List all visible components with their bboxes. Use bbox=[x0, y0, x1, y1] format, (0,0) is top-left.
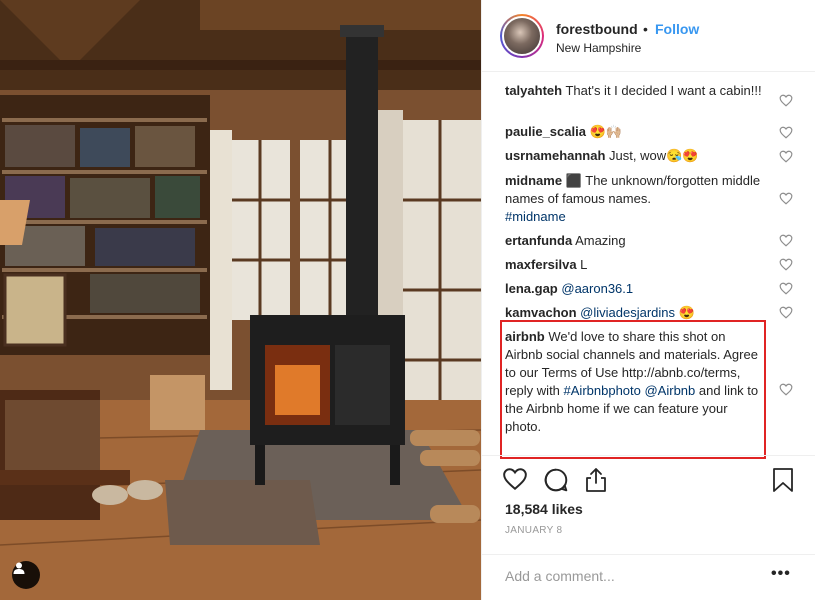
comment-username[interactable]: lena.gap bbox=[505, 281, 558, 296]
more-options-button[interactable]: ••• bbox=[771, 565, 791, 583]
share-icon[interactable] bbox=[584, 467, 608, 493]
hashtag-link[interactable]: #Airbnbphoto @Airbnb bbox=[564, 383, 696, 398]
comment-username[interactable]: talyahteh bbox=[505, 83, 562, 98]
follow-button[interactable]: Follow bbox=[655, 21, 699, 37]
heart-icon[interactable] bbox=[779, 282, 793, 295]
comment-item: maxfersilva L bbox=[505, 256, 785, 274]
heart-icon[interactable] bbox=[779, 192, 793, 205]
heart-icon[interactable] bbox=[779, 94, 793, 107]
comment-text: 😍🙌🏼 bbox=[585, 124, 622, 139]
comment-icon[interactable] bbox=[543, 467, 569, 493]
comment-item: midname ⬛ The unknown/forgotten middle n… bbox=[505, 172, 785, 226]
location-link[interactable]: New Hampshire bbox=[556, 41, 641, 55]
mention-link[interactable]: @aaron36.1 bbox=[561, 281, 633, 296]
separator-dot: • bbox=[643, 21, 648, 37]
comment-item: talyahteh That's it I decided I want a c… bbox=[505, 82, 785, 100]
comment-item: paulie_scalia 😍🙌🏼 bbox=[505, 123, 785, 141]
bookmark-icon[interactable] bbox=[772, 467, 794, 493]
heart-icon[interactable] bbox=[779, 126, 793, 139]
heart-icon[interactable] bbox=[779, 383, 793, 396]
comment-username[interactable]: airbnb bbox=[505, 329, 545, 344]
heart-icon[interactable] bbox=[779, 306, 793, 319]
cabin-photo-illustration bbox=[0, 0, 481, 600]
comment-username[interactable]: midname bbox=[505, 173, 562, 188]
add-comment-input[interactable]: Add a comment... bbox=[505, 568, 615, 584]
heart-icon[interactable] bbox=[779, 258, 793, 271]
comment-item: ertanfunda Amazing bbox=[505, 232, 785, 250]
post-date[interactable]: JANUARY 8 bbox=[505, 525, 562, 536]
heart-icon[interactable] bbox=[502, 467, 528, 491]
post-header: forestbound • Follow New Hampshire bbox=[482, 0, 815, 72]
mention-link[interactable]: @liviadesjardins bbox=[580, 305, 675, 320]
add-comment-bar: Add a comment... ••• bbox=[482, 554, 815, 596]
comment-item: lena.gap @aaron36.1 bbox=[505, 280, 785, 298]
user-tag-button[interactable] bbox=[12, 561, 40, 589]
avatar[interactable] bbox=[500, 14, 544, 58]
comment-text: 😍 bbox=[675, 305, 695, 320]
heart-icon[interactable] bbox=[779, 150, 793, 163]
heart-icon[interactable] bbox=[779, 234, 793, 247]
hashtag-link[interactable]: #midname bbox=[505, 209, 566, 224]
comment-username[interactable]: ertanfunda bbox=[505, 233, 572, 248]
comment-text: L bbox=[576, 257, 588, 272]
comment-username[interactable]: kamvachon bbox=[505, 305, 577, 320]
comment-username[interactable]: paulie_scalia bbox=[505, 124, 586, 139]
post-details-panel: forestbound • Follow New Hampshire talya… bbox=[481, 0, 815, 600]
comment-item: airbnb We'd love to share this shot on A… bbox=[505, 328, 763, 436]
comment-username[interactable]: maxfersilva bbox=[505, 257, 577, 272]
comment-text: Amazing bbox=[572, 233, 626, 248]
username-link[interactable]: forestbound bbox=[556, 21, 638, 37]
likes-count[interactable]: 18,584 likes bbox=[505, 501, 583, 517]
comment-item: usrnamehannah Just, wow😪😍 bbox=[505, 147, 785, 165]
comment-username[interactable]: usrnamehannah bbox=[505, 148, 605, 163]
comment-text: Just, wow😪😍 bbox=[605, 148, 699, 163]
post-actions: 18,584 likes JANUARY 8 Add a comment... … bbox=[482, 455, 815, 595]
user-icon bbox=[13, 562, 25, 574]
comment-text: That's it I decided I want a cabin!!! bbox=[562, 83, 762, 98]
post-photo[interactable] bbox=[0, 0, 481, 600]
